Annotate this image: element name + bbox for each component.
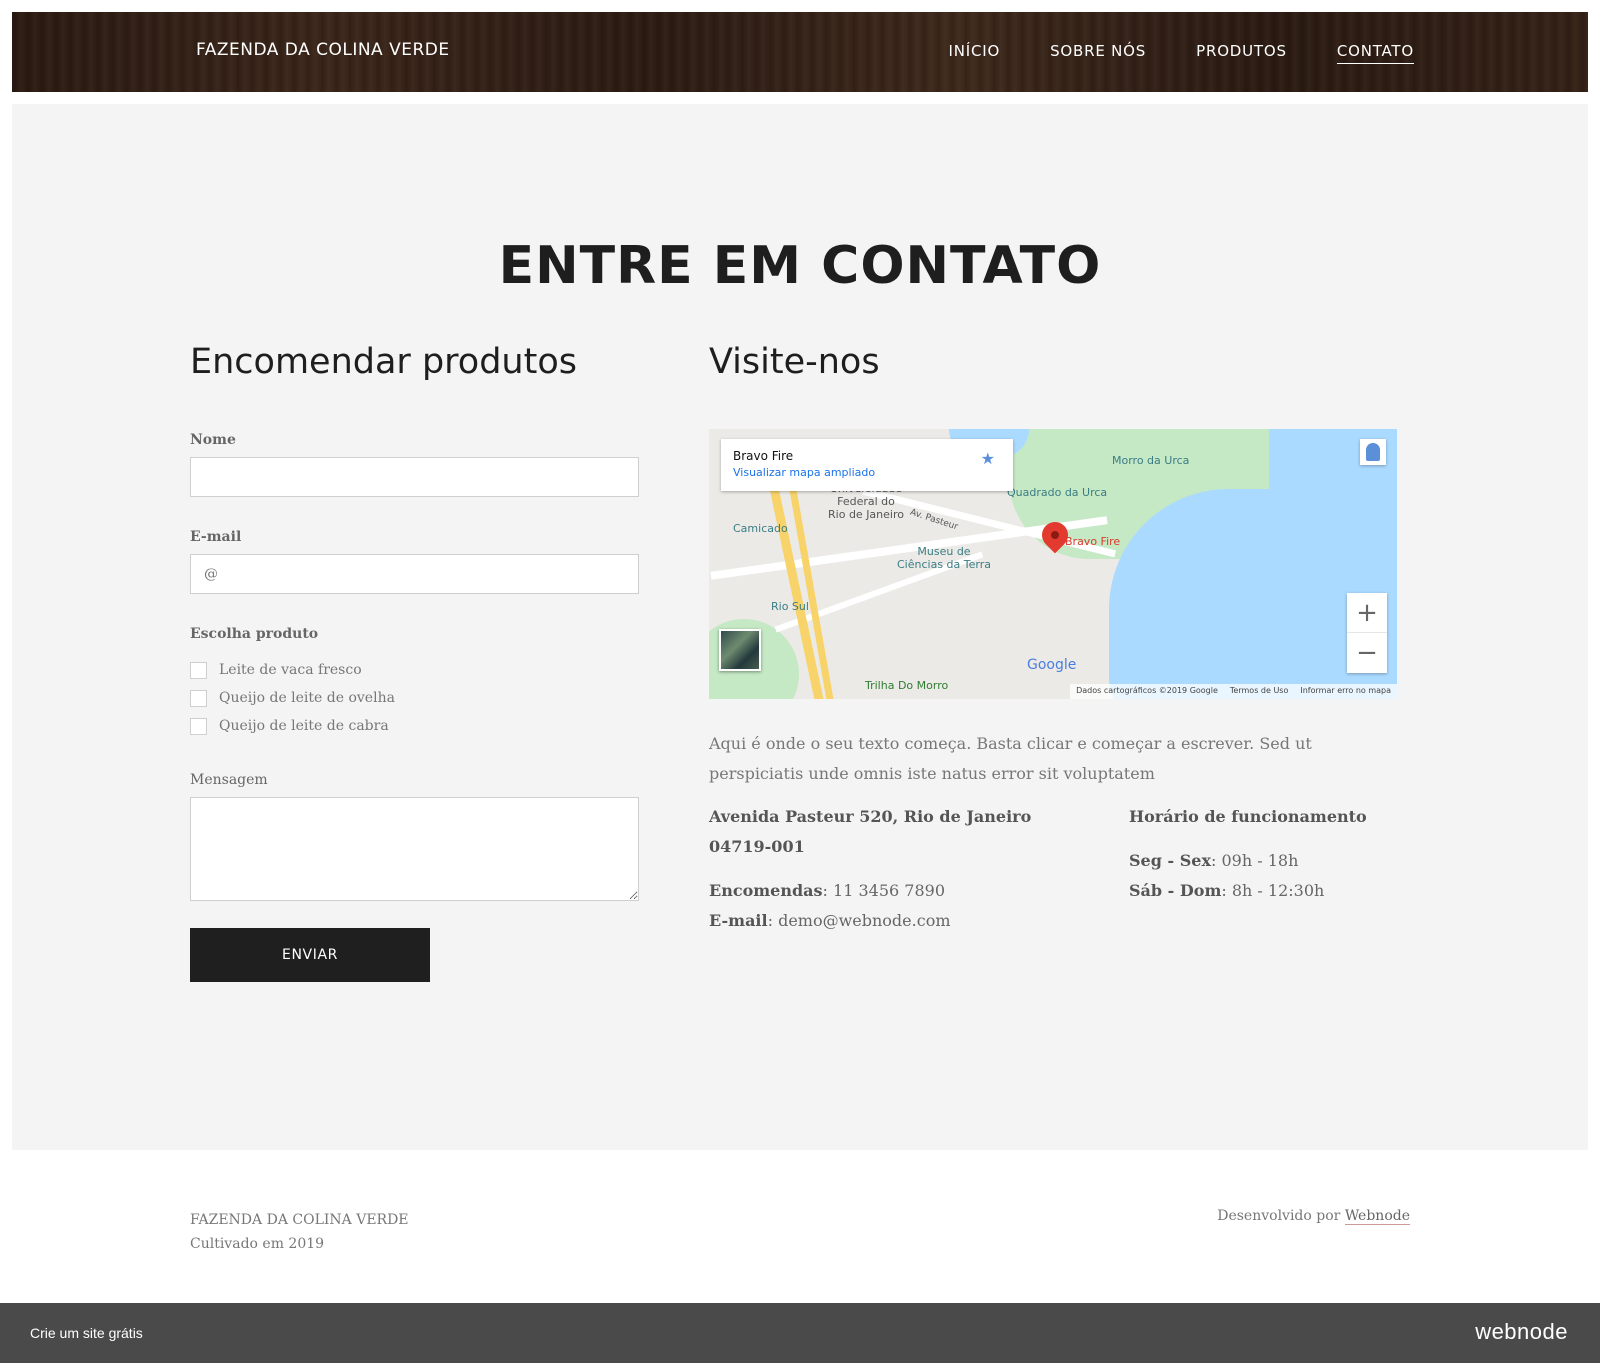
product-option-label: Queijo de leite de cabra [219, 718, 389, 734]
satellite-toggle[interactable] [719, 629, 761, 671]
map-label-quadrado-urca: Quadrado da Urca [1007, 486, 1108, 499]
contact-info: Avenida Pasteur 520, Rio de Janeiro 0471… [709, 802, 1089, 936]
hours-days: Sáb - Dom [1129, 881, 1222, 900]
product-option-label: Leite de vaca fresco [219, 662, 362, 678]
email-contact-value: : demo@webnode.com [767, 911, 951, 930]
hours-time: : 09h - 18h [1210, 851, 1299, 870]
product-option[interactable]: Queijo de leite de ovelha [190, 684, 640, 712]
checkbox[interactable] [190, 717, 207, 735]
checkbox[interactable] [190, 661, 207, 679]
email-contact-label: E-mail [709, 911, 768, 930]
star-icon[interactable]: ★ [981, 449, 995, 468]
hours-time: : 8h - 12:30h [1221, 881, 1325, 900]
product-checkbox-group: Leite de vaca fresco Queijo de leite de … [190, 656, 640, 740]
map-zoom-control: + − [1347, 593, 1387, 673]
visit-heading: Visite-nos [709, 342, 880, 382]
form-heading: Encomendar produtos [190, 342, 577, 382]
map-report-link[interactable]: Informar erro no mapa [1300, 686, 1391, 697]
map-label-bravo-fire: Bravo Fire [1065, 535, 1121, 548]
map-label-museu: Museu de Ciências da Terra [897, 545, 991, 571]
orders-label: Encomendas [709, 881, 823, 900]
address-line-1: Avenida Pasteur 520, Rio de Janeiro [709, 807, 1032, 826]
zoom-in-button[interactable]: + [1347, 593, 1387, 633]
map-label-trilha: Trilha Do Morro [865, 679, 949, 692]
email-input[interactable] [190, 554, 639, 594]
footer-powered-prefix: Desenvolvido por [1217, 1208, 1345, 1224]
visit-description: Aqui é onde o seu texto começa. Basta cl… [709, 734, 1312, 783]
map-label-rio-sul: Rio Sul [771, 600, 809, 613]
footer-info: FAZENDA DA COLINA VERDE Cultivado em 201… [190, 1208, 409, 1256]
footer-brand: FAZENDA DA COLINA VERDE [190, 1212, 409, 1228]
product-option[interactable]: Queijo de leite de cabra [190, 712, 640, 740]
map-label-morro-urca: Morro da Urca [1112, 454, 1190, 467]
webnode-link[interactable]: Webnode [1344, 1208, 1410, 1225]
page-title: ENTRE EM CONTATO [498, 236, 1102, 296]
hours-days: Seg - Sex [1129, 851, 1211, 870]
main-nav: INÍCIO SOBRE NÓS PRODUTOS CONTATO [949, 42, 1414, 64]
zoom-out-button[interactable]: − [1347, 633, 1387, 673]
name-label: Nome [190, 432, 236, 448]
google-logo: Google [1027, 657, 1077, 673]
email-label: E-mail [190, 529, 242, 545]
nav-produtos[interactable]: PRODUTOS [1196, 42, 1287, 64]
order-form: Encomendar produtos Nome E-mail Escolha … [190, 342, 640, 982]
map-label-camicado: Camicado [733, 522, 788, 535]
contact-section: ENTRE EM CONTATO Encomendar produtos Nom… [12, 104, 1588, 1150]
address-line-2: 04719-001 [709, 837, 805, 856]
name-input[interactable] [190, 457, 639, 497]
products-label: Escolha produto [190, 626, 319, 642]
footer-since: Cultivado em 2019 [190, 1236, 325, 1252]
webnode-logo[interactable]: webnode [1475, 1319, 1568, 1345]
google-map[interactable]: Morro da Urca Quadrado da Urca Universid… [709, 429, 1397, 699]
product-option-label: Queijo de leite de ovelha [219, 690, 395, 706]
map-attribution: Dados cartográficos ©2019 Google Termos … [1070, 684, 1397, 699]
street-view-pegman-icon[interactable] [1360, 439, 1386, 465]
message-label: Mensagem [190, 772, 268, 788]
opening-hours: Horário de funcionamento Seg - Sex: 09h … [1129, 802, 1389, 906]
map-data-credit: Dados cartográficos ©2019 Google [1076, 686, 1218, 695]
map-enlarge-link[interactable]: Visualizar mapa ampliado [733, 466, 1001, 479]
visit-section: Visite-nos Morro da Urca Quadrado da Urc… [709, 342, 1399, 930]
map-place-card: Bravo Fire Visualizar mapa ampliado ★ [721, 439, 1013, 491]
nav-contato[interactable]: CONTATO [1336, 42, 1414, 64]
footer-credit: Desenvolvido por Webnode [1217, 1208, 1410, 1225]
message-textarea[interactable] [190, 797, 639, 901]
map-terms-link[interactable]: Termos de Uso [1230, 686, 1288, 697]
checkbox[interactable] [190, 689, 207, 707]
map-place-title: Bravo Fire [733, 449, 794, 463]
create-site-link[interactable]: Crie um site grátis [30, 1325, 143, 1341]
nav-sobre-nos[interactable]: SOBRE NÓS [1050, 42, 1146, 64]
nav-inicio[interactable]: INÍCIO [949, 42, 1001, 64]
webnode-bar: Crie um site grátis webnode [0, 1303, 1600, 1363]
submit-button[interactable]: ENVIAR [190, 928, 430, 982]
site-brand[interactable]: FAZENDA DA COLINA VERDE [196, 40, 450, 60]
site-header: FAZENDA DA COLINA VERDE INÍCIO SOBRE NÓS… [12, 12, 1588, 92]
hours-title: Horário de funcionamento [1129, 807, 1367, 826]
orders-phone: : 11 3456 7890 [822, 881, 945, 900]
product-option[interactable]: Leite de vaca fresco [190, 656, 640, 684]
